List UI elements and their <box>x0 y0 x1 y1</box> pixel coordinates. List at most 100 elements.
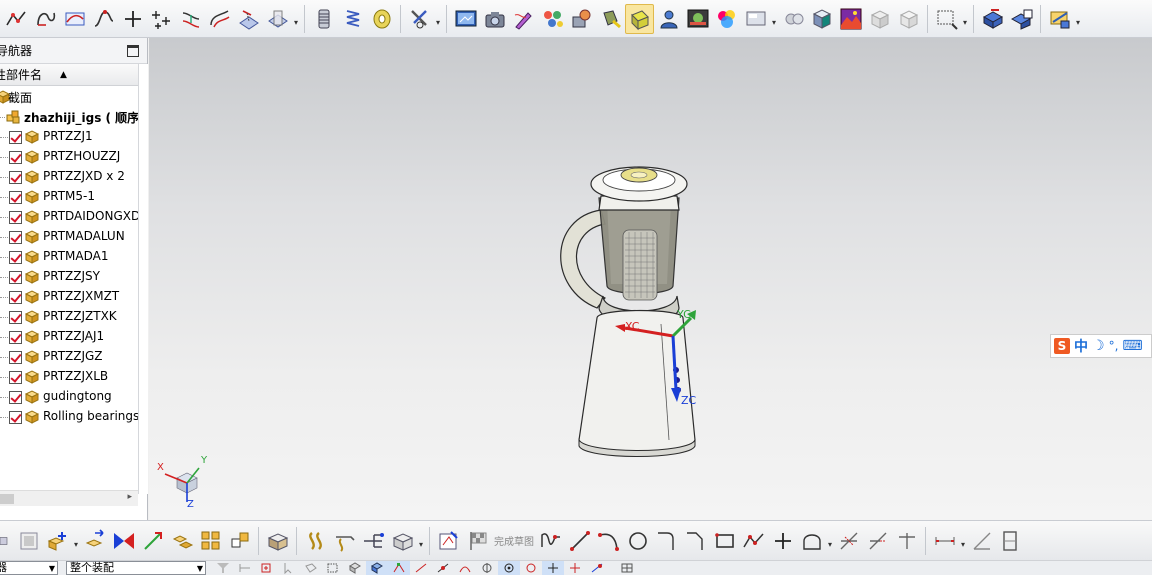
bridge-curve-icon[interactable] <box>205 4 234 34</box>
tree-row-section[interactable]: 截面 <box>0 87 138 107</box>
circle-icon[interactable] <box>623 526 652 556</box>
align-component-icon[interactable] <box>138 526 167 556</box>
grid-icon[interactable] <box>616 561 638 575</box>
curve-edit-icon[interactable] <box>89 4 118 34</box>
assembly-sequence-icon[interactable] <box>263 526 292 556</box>
spring-icon[interactable] <box>338 4 367 34</box>
filter-reset-icon[interactable] <box>212 561 234 575</box>
point-set-icon[interactable] <box>147 4 176 34</box>
snap-arc-center-icon[interactable] <box>454 561 476 575</box>
component-array-icon[interactable] <box>196 526 225 556</box>
more-dropdown-icon[interactable]: ▾ <box>961 4 969 34</box>
zoom-window-icon[interactable] <box>932 4 961 34</box>
quick-extend-icon[interactable] <box>863 526 892 556</box>
snap-on-curve-icon[interactable] <box>586 561 608 575</box>
visibility-checkbox[interactable] <box>9 271 22 284</box>
maximize-icon[interactable] <box>127 44 139 57</box>
more-dropdown-icon[interactable]: ▾ <box>417 526 425 556</box>
snap-endpoint-icon[interactable] <box>388 561 410 575</box>
visibility-checkbox[interactable] <box>9 251 22 264</box>
tree-row-part[interactable]: PRTZZJAJ1 <box>0 327 138 347</box>
more-dropdown-icon[interactable]: ▾ <box>1074 4 1082 34</box>
material-ball-icon[interactable] <box>778 4 807 34</box>
moon-icon[interactable]: ☽ <box>1092 338 1105 354</box>
profile-icon[interactable] <box>536 526 565 556</box>
more-dropdown-icon[interactable]: ▾ <box>826 526 834 556</box>
user-icon[interactable] <box>654 4 683 34</box>
snap-tangent-icon[interactable] <box>520 561 542 575</box>
wire-cube-icon[interactable] <box>865 4 894 34</box>
visibility-checkbox[interactable] <box>9 191 22 204</box>
display-mode-icon[interactable] <box>741 4 770 34</box>
select-pointer-icon[interactable] <box>278 561 300 575</box>
exploded-view-icon[interactable] <box>167 526 196 556</box>
tree-row-part[interactable]: PRTZZJ1 <box>0 127 138 147</box>
offset-sketch-icon[interactable] <box>797 526 826 556</box>
geometric-constraint-icon[interactable] <box>967 526 996 556</box>
texture-icon[interactable] <box>567 4 596 34</box>
more-dropdown-icon[interactable]: ▾ <box>770 4 778 34</box>
tree-row-part[interactable]: PRTZZJZTXK <box>0 307 138 327</box>
keyboard-icon[interactable]: ⌨ <box>1122 338 1142 354</box>
light-icon[interactable] <box>596 4 625 34</box>
thread-icon[interactable] <box>309 4 338 34</box>
select-add-icon[interactable] <box>256 561 278 575</box>
render-studio-icon[interactable] <box>451 4 480 34</box>
tree-row-root-assembly[interactable]: zhazhiji_igs ( 顺序 : <box>0 107 138 127</box>
selection-scope-select[interactable]: 整个装配 ▼ <box>66 561 206 575</box>
studio-spline-sketch-icon[interactable] <box>739 526 768 556</box>
visibility-checkbox[interactable] <box>9 151 22 164</box>
tree-row-part[interactable]: PRTZZJXMZT <box>0 287 138 307</box>
outline-cube-icon[interactable] <box>894 4 923 34</box>
lasso-select-icon[interactable] <box>300 561 322 575</box>
sketch-icon[interactable] <box>434 526 463 556</box>
visibility-checkbox[interactable] <box>9 311 22 324</box>
visibility-checkbox[interactable] <box>9 171 22 184</box>
snap-intersection-icon[interactable] <box>542 561 564 575</box>
visibility-checkbox[interactable] <box>9 391 22 404</box>
coil-icon[interactable] <box>367 4 396 34</box>
fit-curve-icon[interactable] <box>60 4 89 34</box>
tree-row-part[interactable]: gudingtong <box>0 387 138 407</box>
clip-section-icon[interactable] <box>1007 4 1036 34</box>
line-icon[interactable] <box>565 526 594 556</box>
intersect-curve-icon[interactable] <box>263 4 292 34</box>
chamfer-icon[interactable] <box>681 526 710 556</box>
materials-icon[interactable] <box>538 4 567 34</box>
more-dropdown-icon[interactable]: ▾ <box>72 526 80 556</box>
more-dropdown-icon[interactable]: ▾ <box>292 4 300 34</box>
arc-icon[interactable] <box>594 526 623 556</box>
background-image-icon[interactable] <box>683 4 712 34</box>
tree-row-part[interactable]: PRTDAIDONGXD <box>0 207 138 227</box>
interpart-link-icon[interactable] <box>359 526 388 556</box>
cube-select-icon[interactable] <box>344 561 366 575</box>
tree-row-part[interactable]: PRTMADA1 <box>0 247 138 267</box>
assembly-nav-icon[interactable] <box>0 526 14 556</box>
tree-row-part[interactable]: PRTM5-1 <box>0 187 138 207</box>
mirror-assembly-icon[interactable] <box>225 526 254 556</box>
visibility-checkbox[interactable] <box>9 411 22 424</box>
finish-sketch-flag-icon[interactable] <box>463 526 492 556</box>
general-select-icon[interactable] <box>234 561 256 575</box>
visibility-checkbox[interactable] <box>9 131 22 144</box>
type-filter-select[interactable]: 器 ▼ <box>0 561 58 575</box>
rectangle-icon[interactable] <box>710 526 739 556</box>
tree-row-part[interactable]: PRTZZJXLB <box>0 367 138 387</box>
visibility-checkbox[interactable] <box>9 371 22 384</box>
sort-ascending-icon[interactable]: ▲ <box>60 70 67 80</box>
ime-status-bar[interactable]: S 中 ☽ °, ⌨ <box>1050 334 1152 358</box>
studio-spline-icon[interactable] <box>31 4 60 34</box>
more-dropdown-icon[interactable]: ▾ <box>959 526 967 556</box>
snap-quadrant-icon[interactable] <box>476 561 498 575</box>
fillet-icon[interactable] <box>652 526 681 556</box>
point-icon[interactable] <box>118 4 147 34</box>
tree-row-part[interactable]: PRTZZJSY <box>0 267 138 287</box>
tree-row-part[interactable]: PRTZZJXD x 2 <box>0 167 138 187</box>
snap-midpoint-icon[interactable] <box>410 561 432 575</box>
visibility-checkbox[interactable] <box>9 211 22 224</box>
add-component-icon[interactable] <box>43 526 72 556</box>
project-curve-icon[interactable] <box>234 4 263 34</box>
visibility-checkbox[interactable] <box>9 351 22 364</box>
visibility-checkbox[interactable] <box>9 331 22 344</box>
wave-geometry-icon[interactable] <box>330 526 359 556</box>
